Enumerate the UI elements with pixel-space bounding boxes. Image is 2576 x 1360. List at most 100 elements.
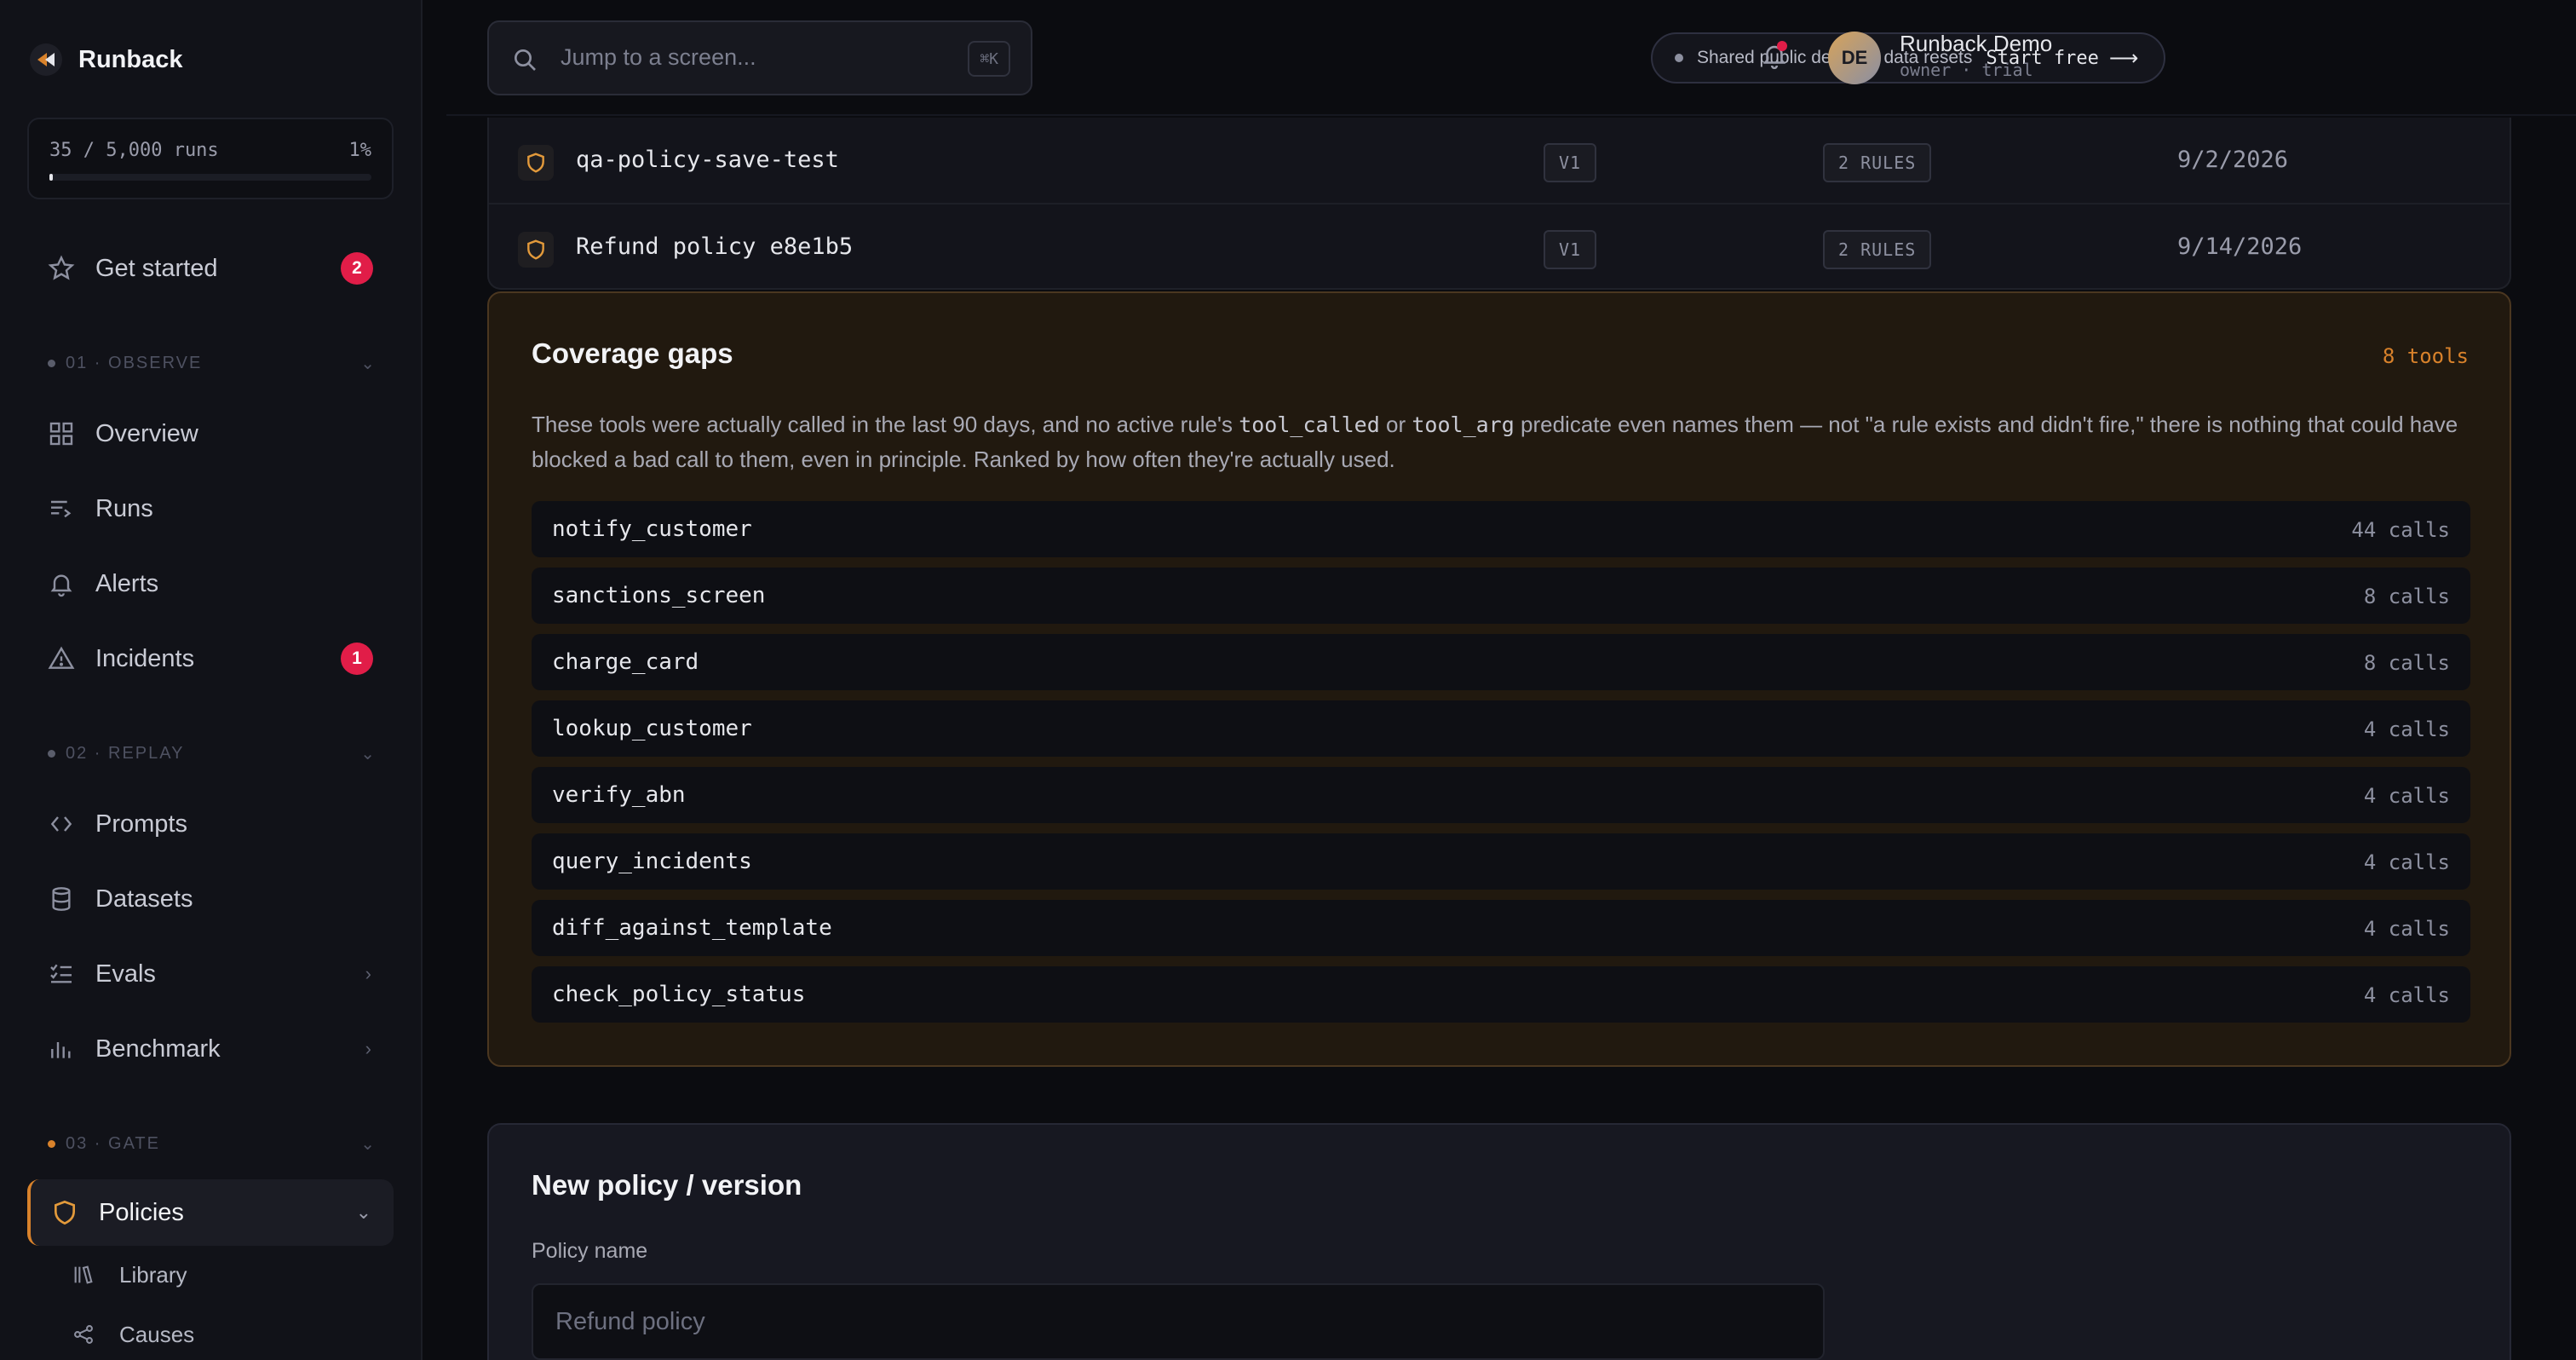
sidebar-item-policies[interactable]: Policies ⌄ [27, 1179, 394, 1246]
rules-tag: 2 RULES [1823, 230, 1932, 269]
tool-calls: 4 calls [2363, 850, 2450, 874]
coverage-gaps-panel: Coverage gaps 8 tools These tools were a… [487, 291, 2511, 1067]
status-dot [1675, 54, 1683, 62]
search-placeholder: Jump to a screen... [561, 44, 756, 70]
shortcut-hint: ⌘K [968, 41, 1010, 77]
tool-name: lookup_customer [552, 716, 752, 741]
section-header-gate[interactable]: 03 · GATE ⌄ [48, 1130, 377, 1157]
avatar[interactable]: DE [1828, 32, 1881, 84]
list-item[interactable]: lookup_customer 4 calls [532, 700, 2470, 757]
policy-date: 9/14/2026 [2177, 233, 2303, 260]
policy-name-input[interactable] [532, 1283, 1825, 1360]
tool-calls: 8 calls [2363, 585, 2450, 608]
list-item[interactable]: sanctions_screen 8 calls [532, 568, 2470, 624]
brand[interactable]: Runback [29, 43, 182, 77]
sidebar-item-label: Incidents [95, 644, 195, 672]
list-item[interactable]: charge_card 8 calls [532, 634, 2470, 690]
sidebar-subitem-library[interactable]: Library [72, 1258, 187, 1292]
table-row[interactable]: Refund policy e8e1b5 V1 2 RULES 9/14/202… [489, 203, 2510, 288]
sidebar: Runback 35 / 5,000 runs 1% Get started 2… [0, 0, 423, 1360]
policy-name: Refund policy e8e1b5 [576, 233, 854, 260]
count-badge: 2 [341, 252, 373, 285]
usage-meter: 35 / 5,000 runs 1% [27, 118, 394, 199]
tool-calls: 4 calls [2363, 717, 2450, 741]
shield-icon [518, 145, 554, 181]
sidebar-item-label: Benchmark [95, 1034, 221, 1063]
bar-chart-icon [51, 1042, 71, 1058]
search-icon [515, 49, 536, 71]
sidebar-item-runs[interactable]: Runs [27, 475, 394, 542]
count-badge: 1 [341, 643, 373, 675]
sidebar-item-label: Alerts [95, 569, 159, 597]
sidebar-item-get-started[interactable]: Get started 2 [27, 235, 394, 302]
list-item[interactable]: notify_customer 44 calls [532, 501, 2470, 557]
sidebar-item-overview[interactable]: Overview [27, 401, 394, 467]
code-brackets-icon [50, 816, 72, 832]
sidebar-item-incidents[interactable]: Incidents 1 [27, 625, 394, 692]
table-row[interactable]: qa-policy-save-test V1 2 RULES 9/2/2026 [489, 118, 2510, 203]
sidebar-item-label: Prompts [95, 810, 187, 838]
tool-name: charge_card [552, 649, 699, 675]
rules-tag: 2 RULES [1823, 143, 1932, 182]
version-tag: V1 [1544, 143, 1597, 182]
grid-icon [49, 422, 73, 446]
sidebar-item-alerts[interactable]: Alerts [27, 550, 394, 617]
sidebar-subitem-label: Causes [119, 1321, 195, 1347]
search-box[interactable]: Jump to a screen... ⌘K [487, 20, 1032, 95]
checklist-icon [50, 964, 72, 983]
tool-calls: 44 calls [2351, 518, 2450, 542]
database-icon [52, 887, 71, 911]
section-dot [48, 1139, 55, 1148]
section-label: 02 · REPLAY [66, 743, 185, 763]
policy-date: 9/2/2026 [2177, 147, 2289, 173]
policy-name: qa-policy-save-test [576, 147, 839, 173]
bell-icon [50, 574, 72, 597]
section-dot [48, 749, 55, 758]
form-title: New policy / version [532, 1169, 802, 1201]
list-item[interactable]: query_incidents 4 calls [532, 833, 2470, 890]
sidebar-item-label: Get started [95, 254, 218, 282]
sidebar-item-label: Policies [99, 1198, 184, 1226]
sidebar-item-label: Evals [95, 959, 156, 988]
policy-table: qa-policy-save-test V1 2 RULES 9/2/2026 … [487, 118, 2511, 290]
arrow-right-icon: ⟶ [2108, 46, 2139, 70]
list-item[interactable]: check_policy_status 4 calls [532, 966, 2470, 1023]
list-item[interactable]: diff_against_template 4 calls [532, 900, 2470, 956]
tool-calls: 4 calls [2363, 983, 2450, 1007]
warning-triangle-icon [48, 646, 75, 669]
sidebar-item-prompts[interactable]: Prompts [27, 791, 394, 857]
sidebar-item-label: Datasets [95, 885, 193, 913]
library-books-icon [74, 1265, 93, 1284]
tool-name: verify_abn [552, 782, 686, 808]
shield-icon [55, 1200, 75, 1225]
policy-name-label: Policy name [532, 1239, 648, 1263]
sidebar-item-benchmark[interactable]: Benchmark › [27, 1016, 394, 1082]
top-bar: Jump to a screen... ⌘K Shared public dem… [446, 0, 2576, 116]
usage-fill [49, 174, 53, 181]
star-icon [48, 255, 75, 280]
section-header-observe[interactable]: 01 · OBSERVE ⌄ [48, 349, 377, 377]
desc-text: or [1379, 412, 1412, 437]
notification-dot [1777, 41, 1787, 51]
version-tag: V1 [1544, 230, 1597, 269]
tool-calls: 4 calls [2363, 917, 2450, 941]
rewind-logo-icon [30, 43, 62, 76]
user-name[interactable]: Runback Demo [1900, 31, 2052, 57]
chevron-right-icon: › [365, 1038, 371, 1059]
share-nodes-icon [74, 1325, 93, 1344]
chevron-down-icon: ⌄ [360, 744, 377, 764]
list-item[interactable]: verify_abn 4 calls [532, 767, 2470, 823]
sidebar-subitem-label: Library [119, 1261, 187, 1288]
tool-name: diff_against_template [552, 915, 832, 941]
code-token: tool_arg [1412, 412, 1515, 437]
usage-percent: 1% [348, 140, 372, 161]
section-dot [48, 359, 55, 367]
tool-name: notify_customer [552, 516, 752, 542]
new-policy-form: New policy / version Policy name [487, 1123, 2511, 1360]
sidebar-item-evals[interactable]: Evals › [27, 941, 394, 1007]
section-header-replay[interactable]: 02 · REPLAY ⌄ [48, 740, 377, 767]
section-label: 01 · OBSERVE [66, 353, 203, 372]
sidebar-item-datasets[interactable]: Datasets [27, 866, 394, 932]
tool-name: query_incidents [552, 849, 752, 874]
sidebar-subitem-causes[interactable]: Causes [72, 1317, 194, 1351]
